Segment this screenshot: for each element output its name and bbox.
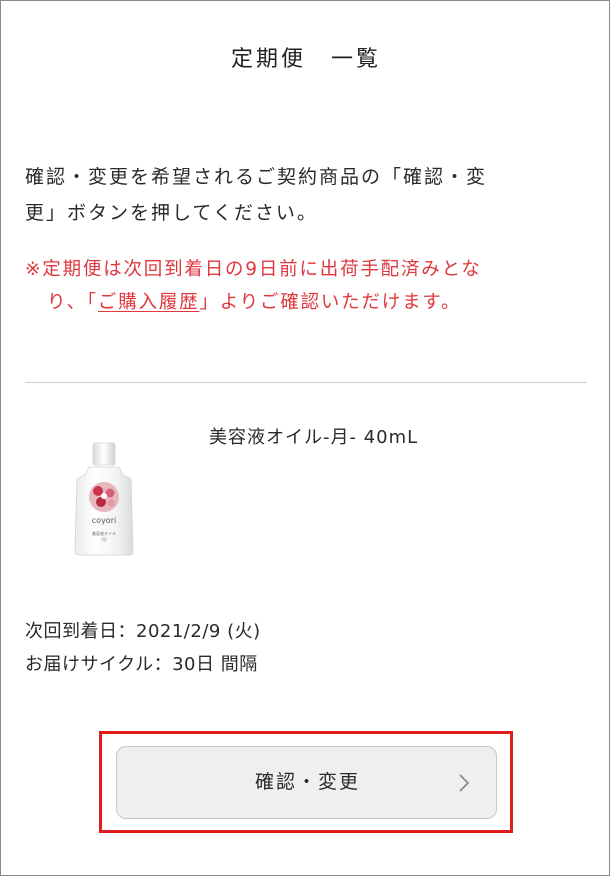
next-arrival-date: 次回到着日：2021/2/9 (火) [25,621,261,642]
purchase-history-link[interactable]: ご購入履歴 [98,292,200,313]
chevron-right-icon [459,774,470,792]
screen-frame: 定期便 一覧 確認・変更を希望されるご契約商品の「確認・変 更」ボタンを押してく… [0,0,610,876]
shipping-notice: ※定期便は次回到着日の9日前に出荷手配済みとな り、「ご購入履歴」よりご確認いた… [25,253,585,319]
confirm-change-button[interactable]: 確認・変更 [116,746,497,819]
intro-line-2: 更」ボタンを押してください。 [25,202,318,224]
section-divider [25,382,587,383]
product-name: 美容液オイル-月- 40mL [209,427,419,448]
notice-suffix: 」よりご確認いただけます。 [199,292,462,313]
intro-line-1: 確認・変更を希望されるご契約商品の「確認・変 [25,166,488,188]
bottle-brand-text: coyori [92,516,116,525]
notice-line-1: ※定期便は次回到着日の9日前に出荷手配済みとな [25,259,482,280]
notice-line-2: り、「ご購入履歴」よりご確認いただけます。 [25,286,585,319]
bottle-label-text: 美容液オイル [92,530,116,536]
intro-text: 確認・変更を希望されるご契約商品の「確認・変 更」ボタンを押してください。 [25,159,585,231]
confirm-change-label: 確認・変更 [254,771,360,793]
notice-prefix: り、「 [47,292,98,313]
page-title: 定期便 一覧 [230,47,381,72]
delivery-cycle: お届けサイクル：30日 間隔 [25,654,258,675]
product-bottle-icon: coyori 美容液オイル -月- [74,442,134,556]
delivery-info: 次回到着日：2021/2/9 (火) お届けサイクル：30日 間隔 [25,615,261,681]
bottle-sub-text: -月- [101,537,108,542]
